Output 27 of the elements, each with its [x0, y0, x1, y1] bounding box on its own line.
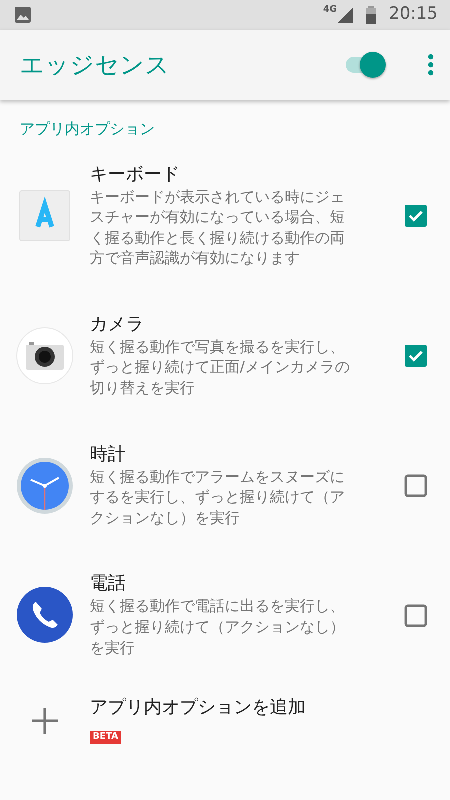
toggle-switch[interactable] — [344, 50, 388, 80]
network-label: 4G — [323, 4, 337, 17]
beta-tag: BETA — [90, 731, 122, 744]
option-title: 電話 — [90, 572, 127, 596]
clock-time: 20:15 — [389, 3, 438, 26]
checkbox[interactable] — [404, 603, 428, 628]
phone-app-icon — [16, 586, 74, 644]
more-options-icon[interactable] — [428, 54, 434, 76]
option-title: 時計 — [90, 442, 127, 467]
add-option-label[interactable]: アプリ内オプションを追加 — [90, 696, 352, 720]
option-description: キーボードが表示されている時にジェスチャーが有効になっている場合、短く握る動作と長く握り続ける動作の両方で音声認識が有効になります — [90, 186, 346, 269]
checkbox[interactable] — [404, 344, 428, 368]
section-header: アプリ内オプション — [19, 119, 156, 140]
option-description: 短く握る動作で電話に出るを実行し、ずっと握り続けて（アクションなし）を実行 — [90, 596, 346, 658]
option-description: 短く握る動作で写真を撮るを実行し、ずっと握り続けて正面/メインカメラの切り替えを実行 — [90, 336, 352, 399]
image-icon — [14, 6, 32, 24]
app-title: エッジセンス — [20, 50, 170, 81]
option-title: カメラ — [90, 312, 145, 337]
battery-icon — [365, 6, 377, 24]
checkbox[interactable] — [404, 204, 428, 228]
option-title: キーボード — [90, 162, 181, 186]
option-description: 短く握る動作でアラームをスヌーズにするを実行し、ずっと握り続けて（アクションなし）を実行 — [90, 466, 346, 528]
checkbox[interactable] — [404, 474, 428, 498]
signal-icon — [337, 7, 353, 23]
camera-app-icon — [16, 326, 74, 385]
clock-app-icon — [16, 456, 74, 515]
add-icon — [31, 707, 59, 736]
